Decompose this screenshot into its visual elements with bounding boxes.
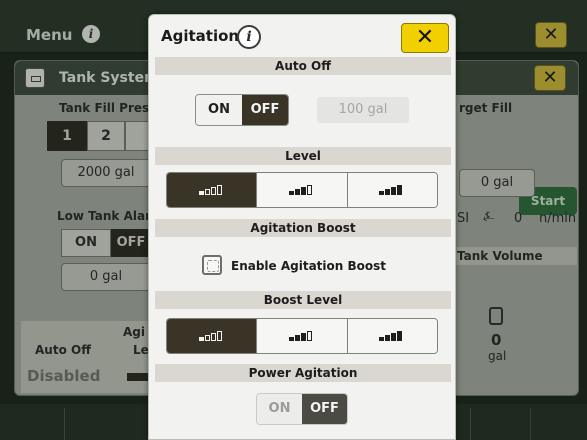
alarm-volume-field[interactable]: 0 gal	[61, 263, 151, 291]
boost-level-selector[interactable]	[166, 318, 438, 354]
boost-level-header: Boost Level	[155, 291, 451, 309]
boost-level-medium-option[interactable]	[256, 319, 347, 353]
power-agitation-on-option[interactable]: ON	[257, 394, 302, 424]
menu-label[interactable]: Menu	[26, 26, 72, 44]
tank-panel-title: Tank System	[59, 70, 159, 86]
level-summary-icon	[127, 373, 149, 381]
menu-close-icon[interactable]: ✕	[535, 22, 567, 48]
target-fill-label: rget Fill	[459, 101, 513, 115]
agitation-dialog: Agitation i ✕ Auto Off ON OFF 100 gal Le…	[148, 14, 456, 440]
tank-fill-preset-label: Tank Fill Prese	[59, 101, 158, 115]
tank-volume-unit: gal	[488, 349, 507, 363]
auto-off-value: Disabled	[27, 367, 101, 385]
bottom-divider	[64, 408, 65, 440]
pressure-unit-fragment: SI	[457, 211, 470, 226]
enable-boost-checkbox[interactable]	[202, 255, 222, 275]
enable-boost-label[interactable]: Enable Agitation Boost	[231, 259, 386, 273]
tank-panel-close-icon[interactable]: ✕	[534, 65, 566, 91]
auto-off-volume-field[interactable]: 100 gal	[317, 97, 409, 123]
auto-off-off-option[interactable]: OFF	[242, 95, 288, 125]
boost-level-high-option[interactable]	[346, 319, 437, 353]
auto-off-on-option[interactable]: ON	[196, 95, 242, 125]
preset-2-button[interactable]: 2	[87, 121, 125, 151]
menu-info-icon[interactable]: i	[82, 25, 100, 43]
close-button[interactable]: ✕	[401, 23, 449, 53]
target-volume-field[interactable]: 0 gal	[459, 169, 535, 197]
dialog-title: Agitation	[161, 27, 240, 45]
boost-level-low-icon	[198, 331, 225, 341]
boost-level-medium-icon	[288, 331, 315, 341]
bottom-divider	[530, 408, 531, 440]
tank-volume-label: Tank Volume	[457, 249, 543, 263]
level-low-icon	[198, 185, 225, 195]
level-high-option[interactable]	[346, 173, 437, 207]
auto-off-header: Auto Off	[155, 57, 451, 75]
power-agitation-header: Power Agitation	[155, 364, 451, 382]
level-header: Level	[155, 147, 451, 165]
agitation-boost-header: Agitation Boost	[155, 219, 451, 237]
level-column-label: Le	[133, 343, 149, 357]
level-medium-option[interactable]	[256, 173, 347, 207]
auto-off-toggle[interactable]: ON OFF	[195, 94, 289, 126]
boost-level-high-icon	[379, 331, 405, 341]
agitation-summary-label: Agi	[123, 325, 145, 339]
preset-1-button[interactable]: 1	[47, 121, 87, 151]
auto-off-column-label: Auto Off	[35, 343, 91, 357]
level-high-icon	[379, 185, 405, 195]
tank-volume-value: 0	[491, 331, 502, 349]
power-agitation-off-option[interactable]: OFF	[302, 394, 347, 424]
level-selector[interactable]	[166, 172, 438, 208]
preset-volume-field[interactable]: 2000 gal	[61, 159, 151, 187]
flow-icon: ⍼	[483, 209, 495, 224]
power-agitation-toggle[interactable]: ON OFF	[256, 393, 348, 425]
tank-volume-icon	[489, 307, 503, 325]
bottom-divider	[470, 408, 471, 440]
flow-unit: n/min	[539, 211, 577, 226]
flow-value: 0	[514, 211, 523, 226]
tank-icon	[25, 68, 45, 88]
info-icon[interactable]: i	[237, 25, 261, 49]
level-medium-icon	[288, 185, 315, 195]
alarm-on-button[interactable]: ON	[61, 229, 111, 257]
alarm-off-button[interactable]: OFF	[111, 229, 151, 257]
preset-add-button[interactable]	[125, 121, 149, 151]
boost-level-low-option[interactable]	[167, 319, 257, 353]
low-tank-alarm-label: Low Tank Alar	[57, 209, 152, 223]
level-low-option[interactable]	[167, 173, 257, 207]
